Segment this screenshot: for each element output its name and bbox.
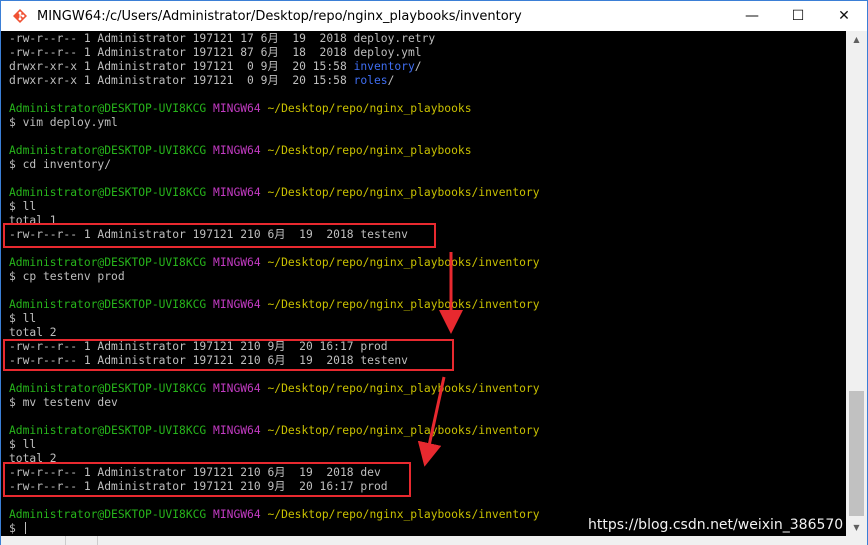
watermark-text: https://blog.csdn.net/weixin_386570 — [588, 517, 844, 533]
annotation-arrows — [417, 252, 463, 467]
arrow-down-2 — [417, 376, 446, 467]
